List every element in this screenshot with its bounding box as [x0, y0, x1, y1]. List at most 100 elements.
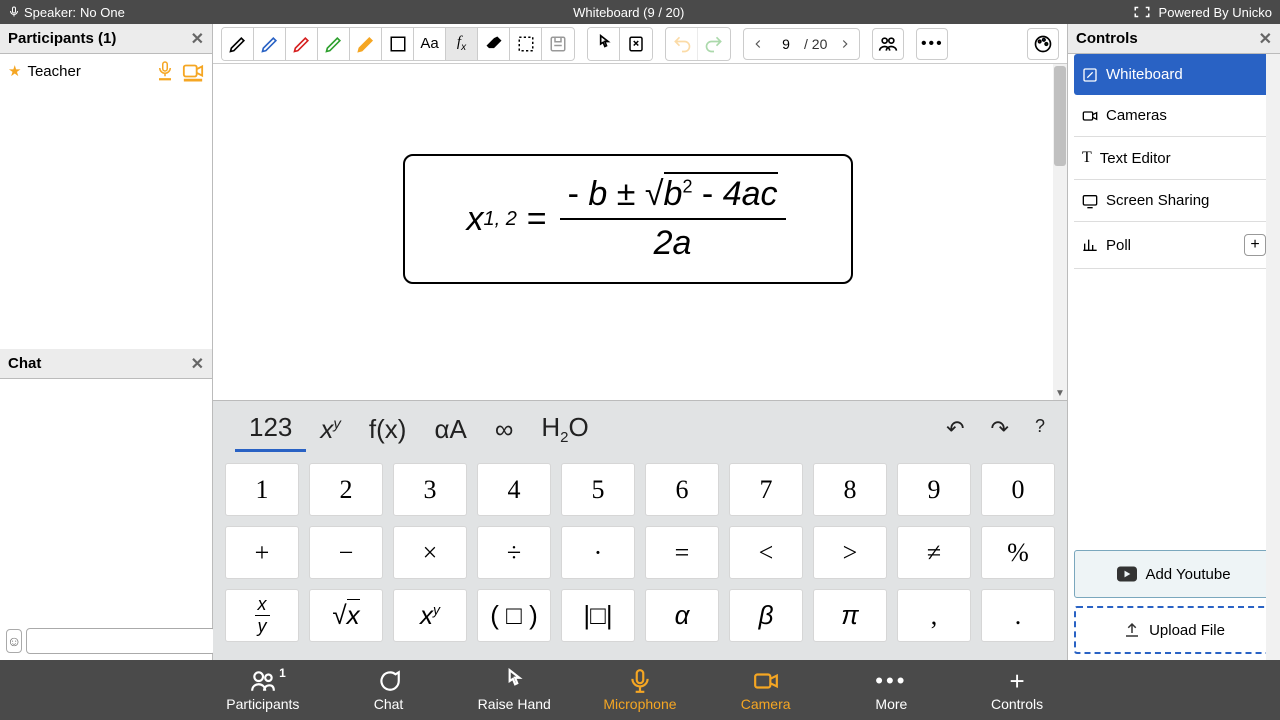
undo-button[interactable]	[666, 28, 698, 60]
pen-green-button[interactable]	[318, 28, 350, 60]
chat-messages	[0, 379, 212, 622]
add-poll-button[interactable]: +	[1244, 234, 1266, 256]
key-x^y[interactable]: xy	[393, 589, 467, 642]
upload-file-button[interactable]: Upload File	[1074, 606, 1274, 654]
select-button[interactable]	[510, 28, 542, 60]
scroll-down-icon[interactable]: ▼	[1053, 386, 1067, 400]
formula-box[interactable]: x1, 2 = - b ± √b2 - 4ac 2a	[403, 154, 853, 284]
key-×[interactable]: ×	[393, 526, 467, 579]
key-<[interactable]: <	[729, 526, 803, 579]
close-icon[interactable]: ✕	[191, 354, 204, 374]
formula-button[interactable]: fx	[446, 28, 478, 60]
key-8[interactable]: 8	[813, 463, 887, 516]
key-|□|[interactable]: |□|	[561, 589, 635, 642]
keyboard-tab-h2o[interactable]: H2O	[527, 406, 602, 452]
more-icon: •••	[875, 668, 907, 694]
key-7[interactable]: 7	[729, 463, 803, 516]
key-0[interactable]: 0	[981, 463, 1055, 516]
key-2[interactable]: 2	[309, 463, 383, 516]
chat-icon	[376, 668, 402, 694]
scroll-thumb[interactable]	[1054, 66, 1066, 166]
bottombar-participants-button[interactable]: 1Participants	[208, 668, 318, 712]
more-tools-button[interactable]: •••	[916, 28, 948, 60]
add-youtube-label: Add Youtube	[1145, 566, 1230, 583]
key-√x[interactable]: √x	[309, 589, 383, 642]
vertical-scrollbar[interactable]: ▲ ▼	[1053, 64, 1067, 400]
group-button[interactable]	[872, 28, 904, 60]
vertical-scrollbar[interactable]	[1266, 54, 1280, 660]
keyboard-tab-xy[interactable]: xy	[306, 408, 355, 451]
key-1[interactable]: 1	[225, 463, 299, 516]
keyboard-tab-123[interactable]: 123	[235, 406, 306, 452]
participant-row[interactable]: ★ Teacher	[0, 54, 212, 88]
rectangle-button[interactable]	[382, 28, 414, 60]
keyboard-help-button[interactable]: ?	[1035, 416, 1045, 442]
key-9[interactable]: 9	[897, 463, 971, 516]
close-icon[interactable]: ✕	[1259, 29, 1272, 49]
key-.[interactable]: .	[981, 589, 1055, 642]
bottombar-mic-button[interactable]: Microphone	[585, 668, 695, 712]
key-6[interactable]: 6	[645, 463, 719, 516]
key-=[interactable]: =	[645, 526, 719, 579]
eraser-button[interactable]	[478, 28, 510, 60]
bottombar-more-button[interactable]: •••More	[836, 668, 946, 712]
bottombar: 1Participants Chat Raise Hand Microphone Cam…	[0, 660, 1280, 720]
mic-icon[interactable]	[156, 60, 174, 82]
pen-blue-button[interactable]	[254, 28, 286, 60]
key-·[interactable]: ·	[561, 526, 635, 579]
keyboard-undo-button[interactable]: ↶	[946, 416, 964, 442]
speaker-label: Speaker:	[24, 5, 76, 20]
emoji-button[interactable]: ☺	[6, 629, 22, 653]
pen-black-button[interactable]	[222, 28, 254, 60]
keyboard-tab-infinity[interactable]: ∞	[481, 408, 528, 451]
key-3[interactable]: 3	[393, 463, 467, 516]
key-α[interactable]: α	[645, 589, 719, 642]
left-sidebar: Participants (1) ✕ ★ Teacher Chat ✕	[0, 24, 213, 660]
key-+[interactable]: +	[225, 526, 299, 579]
key-x/y[interactable]: xy	[225, 589, 299, 642]
control-item-whiteboard[interactable]: Whiteboard	[1074, 54, 1274, 95]
bottombar-chat-button[interactable]: Chat	[334, 668, 444, 712]
key-≠[interactable]: ≠	[897, 526, 971, 579]
control-item-screen-sharing[interactable]: Screen Sharing	[1074, 180, 1274, 222]
control-item-poll[interactable]: Poll+	[1074, 222, 1274, 269]
key-4[interactable]: 4	[477, 463, 551, 516]
fullscreen-icon[interactable]	[1133, 5, 1151, 19]
color-palette-button[interactable]	[1027, 28, 1059, 60]
page-input[interactable]	[772, 36, 800, 52]
keyboard-tab-alpha[interactable]: αA	[420, 408, 480, 451]
powered-by: Powered By Unicko	[1159, 5, 1272, 20]
text-button[interactable]: Aa	[414, 28, 446, 60]
key-%[interactable]: %	[981, 526, 1055, 579]
save-button[interactable]	[542, 28, 574, 60]
pen-red-button[interactable]	[286, 28, 318, 60]
highlighter-button[interactable]	[350, 28, 382, 60]
keyboard-tab-fx[interactable]: f(x)	[355, 408, 421, 451]
key-( □ )[interactable]: ( □ )	[477, 589, 551, 642]
close-icon[interactable]: ✕	[191, 29, 204, 49]
key-β[interactable]: β	[729, 589, 803, 642]
mic-icon	[8, 6, 20, 18]
bottombar-raise-button[interactable]: Raise Hand	[459, 668, 569, 712]
chat-title: Chat	[8, 355, 41, 372]
add-youtube-button[interactable]: Add Youtube	[1074, 550, 1274, 598]
key->[interactable]: >	[813, 526, 887, 579]
keyboard-redo-button[interactable]: ↷	[991, 416, 1009, 442]
control-item-cameras[interactable]: Cameras	[1074, 95, 1274, 137]
pointer-button[interactable]	[588, 28, 620, 60]
key-÷[interactable]: ÷	[477, 526, 551, 579]
key-−[interactable]: −	[309, 526, 383, 579]
delete-button[interactable]	[620, 28, 652, 60]
chat-input[interactable]	[26, 628, 216, 654]
bottombar-camera-button[interactable]: Camera	[711, 668, 821, 712]
camera-icon[interactable]	[182, 60, 204, 82]
control-item-text-editor[interactable]: TText Editor	[1074, 137, 1274, 180]
prev-page-button[interactable]	[744, 29, 772, 59]
bottombar-controls-button[interactable]: +Controls	[962, 668, 1072, 712]
key-5[interactable]: 5	[561, 463, 635, 516]
next-page-button[interactable]	[831, 29, 859, 59]
key-,[interactable]: ,	[897, 589, 971, 642]
whiteboard-canvas[interactable]: x1, 2 = - b ± √b2 - 4ac 2a ▲ ▼	[213, 64, 1067, 400]
key-π[interactable]: π	[813, 589, 887, 642]
redo-button[interactable]	[698, 28, 730, 60]
